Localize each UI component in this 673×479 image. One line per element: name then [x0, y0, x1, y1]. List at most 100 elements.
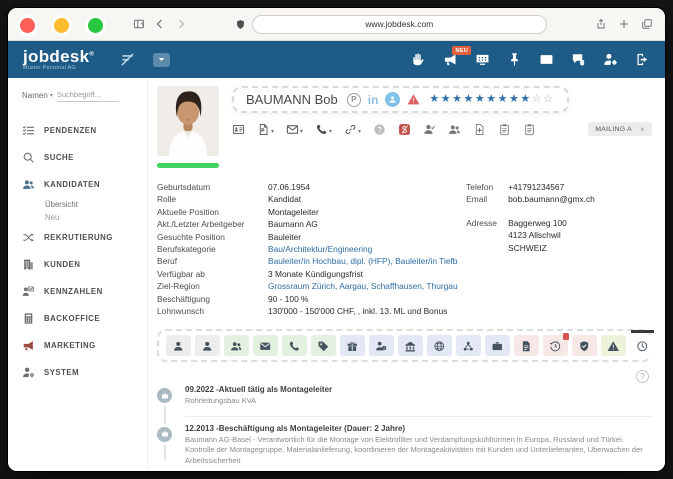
tab-institution[interactable] — [398, 335, 423, 356]
salary-blocked-button[interactable] — [398, 123, 411, 136]
header-video-meeting-button[interactable] — [475, 52, 490, 67]
name-filter-dropdown[interactable]: Namen▾ — [22, 91, 53, 100]
tab-candidate[interactable] — [166, 335, 191, 356]
rating-stars[interactable]: ★★★★★★★★★☆☆ — [429, 94, 554, 105]
person-badge-icon[interactable] — [385, 92, 400, 107]
search-input[interactable] — [57, 88, 119, 102]
pdf-export-button[interactable]: ▾ — [257, 123, 274, 136]
star-filled-icon[interactable]: ★ — [520, 93, 531, 105]
tab-contacts[interactable] — [224, 335, 249, 356]
header-logout-button[interactable] — [635, 52, 650, 67]
star-empty-icon[interactable]: ☆ — [532, 93, 543, 105]
star-filled-icon[interactable]: ★ — [452, 93, 463, 105]
address-bar[interactable]: www.jobdesk.com — [252, 15, 547, 34]
tab-jobs[interactable] — [485, 335, 510, 356]
traffic-light-minimize[interactable] — [54, 18, 69, 33]
copy-link-button[interactable]: ▾ — [344, 123, 361, 136]
header-megaphone-button[interactable]: NEU — [443, 52, 458, 67]
detail-value: Kandidat — [268, 193, 458, 205]
tab-timeline[interactable] — [630, 335, 655, 356]
detail-value[interactable]: Bau/Architektur/Engineering — [268, 243, 458, 255]
forward-button[interactable] — [175, 18, 187, 30]
tab-signature[interactable] — [659, 335, 665, 356]
tab-org-network[interactable] — [456, 335, 481, 356]
traffic-light-close[interactable] — [20, 18, 35, 33]
help-button[interactable] — [373, 123, 386, 136]
tab-alerts[interactable] — [601, 335, 626, 356]
detail-value[interactable]: Bauleiter/in Hochbau, dipl. (HFP), Baule… — [268, 255, 458, 267]
mailing-tag[interactable]: MAILING A× — [588, 122, 652, 136]
close-icon[interactable]: × — [640, 125, 645, 134]
action-toolbar: ▾ ▾ ▾ ▾ MAILING A× — [232, 122, 652, 136]
contact-card-button[interactable] — [232, 123, 245, 136]
sidebar-item-kunden[interactable]: KUNDEN — [22, 251, 147, 278]
sidebar-item-kennzahlen[interactable]: KENNZAHLEN — [22, 278, 147, 305]
header-mail-button[interactable] — [539, 52, 554, 67]
jobdesk-logo[interactable]: jobdesk® Muster Personal AG — [23, 48, 94, 72]
tab-person-info[interactable] — [369, 335, 394, 356]
dropdown-chip-button[interactable] — [153, 53, 170, 67]
star-filled-icon[interactable]: ★ — [441, 93, 452, 105]
star-filled-icon[interactable]: ★ — [498, 93, 509, 105]
briefcase-icon — [157, 388, 172, 403]
caret-down-icon: ▾ — [300, 128, 303, 136]
sidebar-toggle-button[interactable]: ▾ — [133, 18, 145, 30]
star-empty-icon[interactable]: ☆ — [543, 93, 554, 105]
header-hand-button[interactable] — [411, 52, 426, 67]
sidebar-item-label: KUNDEN — [44, 260, 80, 269]
tab-documents[interactable] — [514, 335, 539, 356]
sidebar-subitem-bersicht[interactable]: Übersicht — [22, 198, 147, 211]
sidebar-item-rekrutierung[interactable]: REKRUTIERUNG — [22, 224, 147, 251]
send-mail-button[interactable]: ▾ — [286, 123, 303, 136]
header-user-settings-button[interactable] — [603, 52, 618, 67]
assign-person-button[interactable] — [423, 123, 436, 136]
new-tab-button[interactable] — [618, 18, 630, 30]
tab-candidate-status[interactable] — [195, 335, 220, 356]
call-button[interactable]: ▾ — [315, 123, 332, 136]
sidebar-item-marketing[interactable]: MARKETING — [22, 332, 147, 359]
sidebar-item-kandidaten[interactable]: KANDIDATEN — [22, 171, 147, 198]
copy-profile-alt-icon — [523, 123, 536, 136]
sidebar-subitem-neu[interactable]: Neu — [22, 211, 147, 224]
copy-profile-alt-button[interactable] — [523, 123, 536, 136]
detail-value[interactable]: Grossraum Zürich, Aargau, Schaffhausen, … — [268, 280, 458, 292]
share-button[interactable] — [595, 18, 607, 30]
sidebar-item-pendenzen[interactable]: PENDENZEN — [22, 117, 147, 144]
tab-history[interactable] — [543, 335, 568, 356]
sidebar-item-backoffice[interactable]: BACKOFFICE — [22, 305, 147, 332]
star-filled-icon[interactable]: ★ — [464, 93, 475, 105]
data-protection-icon — [578, 340, 591, 353]
phone-link[interactable]: +41791234567 — [508, 181, 652, 193]
p-badge[interactable]: P — [347, 93, 361, 107]
tab-phone[interactable] — [282, 335, 307, 356]
candidate-name: BAUMANN Bob — [246, 92, 338, 107]
star-filled-icon[interactable]: ★ — [429, 93, 440, 105]
copy-profile-button[interactable] — [498, 123, 511, 136]
privacy-shield-icon[interactable] — [235, 19, 246, 30]
sidebar-item-label: BACKOFFICE — [44, 314, 100, 323]
tab-mail[interactable] — [253, 335, 278, 356]
header-chat-question-button[interactable] — [571, 52, 586, 67]
header-pin-button[interactable] — [507, 52, 522, 67]
caret-down-icon: ▾ — [358, 128, 361, 136]
traffic-light-zoom[interactable] — [88, 18, 103, 33]
timeline-entry[interactable]: 09.2022 -Aktuell tätig als Montageleiter… — [157, 378, 652, 417]
tab-benefits[interactable] — [340, 335, 365, 356]
tab-tags[interactable] — [311, 335, 336, 356]
email-link[interactable]: bob.baumann@gmx.ch — [508, 193, 652, 205]
tab-data-protection[interactable] — [572, 335, 597, 356]
star-filled-icon[interactable]: ★ — [486, 93, 497, 105]
menu-lines-icon[interactable] — [120, 52, 135, 67]
star-filled-icon[interactable]: ★ — [475, 93, 486, 105]
star-filled-icon[interactable]: ★ — [509, 93, 520, 105]
assign-team-button[interactable] — [448, 123, 461, 136]
back-button[interactable] — [154, 18, 166, 30]
add-document-button[interactable] — [473, 123, 486, 136]
tab-web[interactable] — [427, 335, 452, 356]
linkedin-icon[interactable]: in — [368, 93, 379, 107]
tab-overview-button[interactable] — [641, 18, 653, 30]
sidebar-item-system[interactable]: SYSTEM — [22, 359, 147, 386]
sidebar-item-suche[interactable]: SUCHE — [22, 144, 147, 171]
timeline-entry[interactable]: 12.2013 -Beschäftigung als Montageleiter… — [157, 417, 652, 471]
warning-icon[interactable] — [407, 93, 420, 106]
